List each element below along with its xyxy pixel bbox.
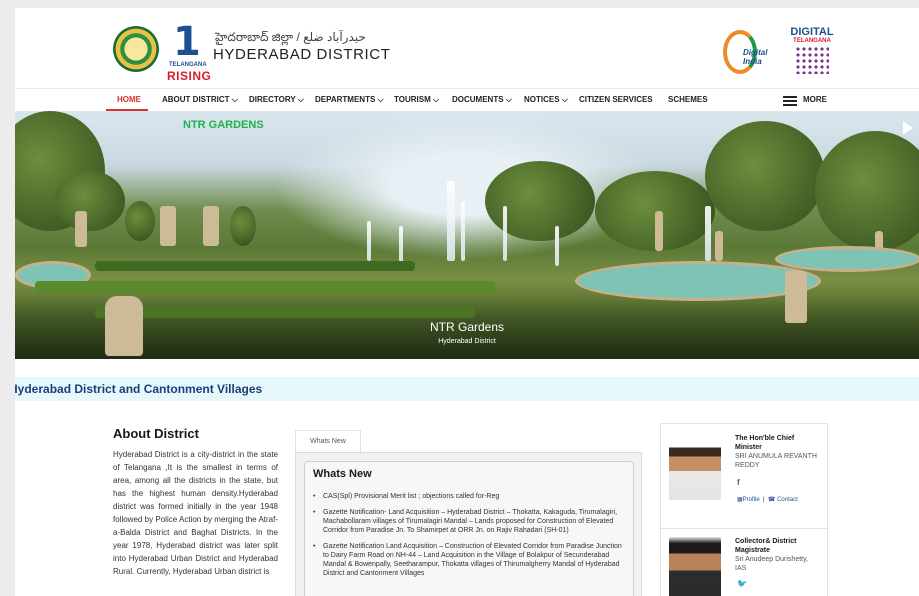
official-name: Sri Anudeep Durishetty, IAS: [735, 556, 809, 572]
official-card-cm: The Hon'ble Chief Minister SRI ANUMULA R…: [660, 423, 828, 529]
page: 1 TELANGANA RISING హైదరాబాద్ జిల్లా / ﺣﯿ…: [15, 8, 919, 596]
announcement-text[interactable]: Hyderabad District and Cantonment Villag…: [15, 382, 262, 396]
site-header: 1 TELANGANA RISING హైదరాబాద్ జిల్లా / ﺣﯿ…: [15, 8, 919, 86]
hedge-shape: [95, 306, 475, 318]
profile-link[interactable]: Profile: [743, 497, 760, 503]
tree-shape: [230, 206, 256, 246]
digital-india-logo[interactable]: Digital India: [723, 24, 783, 74]
whats-new-list: CAS(Spl) Provisional Merit list ; object…: [313, 492, 625, 585]
whats-new-panel: Whats New CAS(Spl) Provisional Merit lis…: [295, 452, 642, 596]
nav-citizen-services[interactable]: CITIZEN SERVICES: [579, 95, 653, 104]
digital-india-text: Digital India: [743, 48, 768, 66]
nav-documents[interactable]: DOCUMENTS ⌵: [452, 95, 512, 105]
digital-telangana-subword: TELANGANA: [793, 38, 831, 44]
hero-slider[interactable]: NTR GARDENS NTR Gardens Hyderabad Distri…: [15, 111, 919, 359]
facebook-icon[interactable]: f: [737, 478, 740, 487]
district-name-local: హైదరాబాద్ జిల్లా / ﺣﯿﺪﺭﺁﺑﺎﺩ ﺿﻠﻊ: [215, 30, 366, 44]
digital-telangana-logo[interactable]: DIGITAL TELANGANA: [787, 26, 837, 74]
fountain-spray: [705, 206, 711, 261]
pillar-shape: [160, 206, 176, 246]
fountain-spray: [555, 226, 559, 266]
announcement-strip[interactable]: Hyderabad District and Cantonment Villag…: [15, 377, 919, 401]
rising-one: 1: [173, 19, 201, 65]
dots-grid-icon: [795, 46, 829, 74]
official-title: Collector& District Magistrate: [735, 538, 797, 554]
hero-caption-title: NTR Gardens: [429, 320, 505, 334]
digital-telangana-word: DIGITAL: [790, 26, 834, 38]
tree-shape: [815, 131, 919, 251]
nav-notices[interactable]: NOTICES ⌵: [524, 95, 568, 105]
whats-new-item[interactable]: Gazette Notification Land Acquisition – …: [313, 542, 625, 578]
rising-word: RISING: [167, 69, 212, 83]
official-name: SRI ANUMULA REVANTH REDDY: [735, 453, 817, 469]
about-text: Hyderabad District is a city-district in…: [113, 450, 278, 576]
fountain-spray: [399, 226, 403, 262]
tree-shape: [705, 121, 825, 231]
tab-whats-new[interactable]: Whats New: [295, 430, 361, 453]
telangana-rising-logo: 1 TELANGANA RISING: [167, 19, 211, 83]
about-title: About District: [113, 426, 199, 441]
contact-link[interactable]: Contact: [777, 497, 798, 503]
pillar-shape: [75, 211, 87, 247]
tree-shape: [485, 161, 595, 241]
hedge-shape: [95, 261, 415, 271]
official-card-collector: Collector& District Magistrate Sri Anude…: [660, 528, 828, 596]
fountain-spray: [503, 206, 507, 261]
menu-icon[interactable]: [783, 96, 797, 106]
next-slide-arrow-icon[interactable]: [903, 121, 913, 135]
hedge-shape: [35, 281, 495, 293]
fountain-spray: [461, 201, 465, 261]
whats-new-item[interactable]: Gazette Notification- Land Acquisition –…: [313, 508, 625, 535]
rising-telangana: TELANGANA: [169, 62, 207, 68]
avatar: [669, 436, 721, 500]
nav-departments[interactable]: DEPARTMENTS ⌵: [315, 95, 384, 105]
hero-caption: NTR Gardens Hyderabad District: [15, 320, 919, 345]
official-title: The Hon'ble Chief Minister: [735, 435, 795, 451]
pillar-shape: [715, 231, 723, 261]
fountain-spray: [367, 221, 371, 261]
official-links: ▦Profile | ☎ Contact: [737, 497, 798, 503]
nav-tourism[interactable]: TOURISM ⌵: [394, 95, 439, 105]
fountain-spray: [447, 181, 455, 261]
twitter-icon[interactable]: 🐦: [737, 579, 747, 588]
nav-schemes[interactable]: SCHEMES: [668, 95, 708, 104]
pool-shape: [775, 246, 919, 272]
pillar-shape: [203, 206, 219, 246]
tree-shape: [55, 171, 125, 231]
telangana-emblem-logo[interactable]: [113, 26, 159, 72]
whats-new-title: Whats New: [313, 468, 372, 480]
nav-home[interactable]: HOME: [117, 95, 141, 104]
pillar-shape: [655, 211, 663, 251]
nav-about-district[interactable]: ABOUT DISTRICT ⌵: [162, 95, 238, 105]
whats-new-inner: Whats New CAS(Spl) Provisional Merit lis…: [304, 461, 634, 596]
hero-caption-subtitle: Hyderabad District: [438, 338, 496, 345]
nav-directory[interactable]: DIRECTORY ⌵: [249, 95, 304, 105]
hero-top-label: NTR GARDENS: [183, 119, 264, 131]
urn-pillar-shape: [785, 271, 807, 323]
main-nav: HOME ABOUT DISTRICT ⌵ DIRECTORY ⌵ DEPART…: [15, 88, 919, 112]
tree-shape: [125, 201, 155, 241]
whats-new-item[interactable]: CAS(Spl) Provisional Merit list ; object…: [313, 492, 625, 501]
avatar: [669, 537, 721, 596]
phone-icon: ☎: [767, 497, 776, 503]
district-name[interactable]: HYDERABAD DISTRICT: [213, 46, 391, 63]
nav-more[interactable]: MORE: [803, 95, 827, 104]
